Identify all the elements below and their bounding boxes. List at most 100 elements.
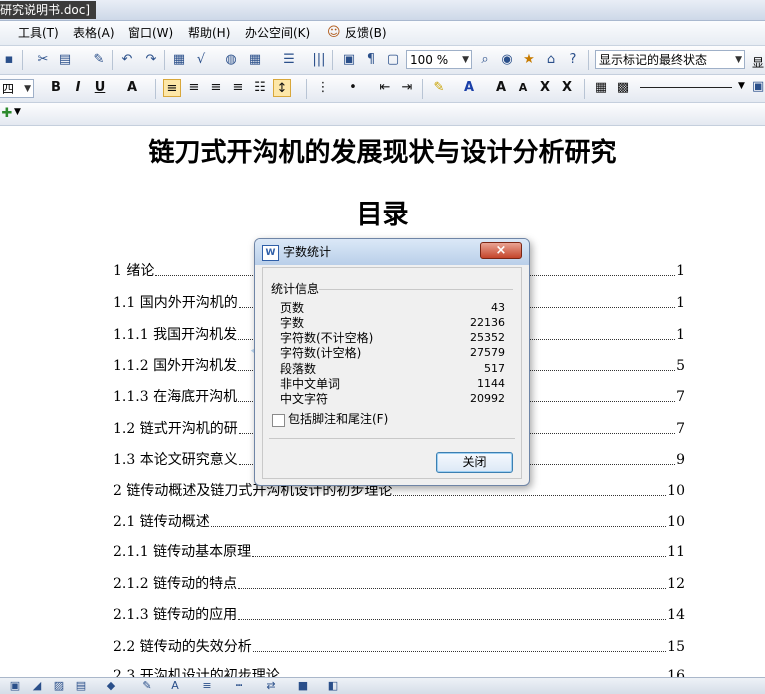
numbering-button[interactable]: ⋮	[314, 79, 332, 97]
toc-entry[interactable]: 2.1.2 链传动的特点 12	[113, 573, 685, 595]
format-painter-icon[interactable]: ✎	[90, 51, 108, 69]
textbox-icon[interactable]: ▤	[74, 679, 88, 693]
3d-icon[interactable]: ◧	[326, 679, 340, 693]
toc-entry[interactable]: 2.1.3 链传动的应用 14	[113, 604, 685, 626]
toc-entry-text: 1.1.2 国外开沟机发	[113, 358, 238, 374]
stat-value-words: 22136	[470, 316, 505, 329]
shirt-icon[interactable]: ⌂	[542, 51, 560, 69]
distribute-button[interactable]: ☷	[251, 79, 269, 97]
toc-entry-text: 1.3 本论文研究意义	[113, 452, 238, 468]
help-icon[interactable]: ?	[564, 51, 582, 69]
bold-button[interactable]: B	[47, 79, 65, 97]
table-props-button[interactable]: ▦	[592, 79, 610, 97]
border-line-style[interactable]	[640, 87, 732, 88]
cut-icon[interactable]: ✂	[34, 51, 52, 69]
zoom-value: 100 %	[410, 53, 449, 67]
print-preview-icon[interactable]: ▣	[340, 51, 358, 69]
menu-tools[interactable]: 工具(T)	[18, 25, 59, 41]
window-titlebar: 研究说明书.doc]	[0, 0, 765, 21]
underline-button[interactable]: U	[91, 79, 109, 97]
undo-icon[interactable]: ↶	[118, 51, 136, 69]
insert-table-icon[interactable]: ▦	[170, 51, 188, 69]
shapes-icon[interactable]: ◢	[30, 679, 44, 693]
line-style-icon[interactable]: ≡	[200, 679, 214, 693]
toc-entry-page: 14	[667, 607, 685, 623]
fill-color-icon[interactable]: ◆	[104, 679, 118, 693]
toc-entry-page: 1	[676, 327, 685, 343]
toc-entry-text: 2.2 链传动的失效分析	[113, 639, 252, 655]
document-map-icon[interactable]: ▢	[384, 51, 402, 69]
bullets-button[interactable]: •	[344, 79, 362, 97]
font-size-combo[interactable]: 四 ▼	[0, 79, 34, 98]
menu-table[interactable]: 表格(A)	[73, 25, 115, 41]
toc-entry[interactable]: 2.1 链传动概述 10	[113, 511, 685, 533]
chevron-down-icon[interactable]: ▼	[738, 81, 745, 91]
arrow-style-icon[interactable]: ⇄	[264, 679, 278, 693]
highlight-button[interactable]: ✎	[430, 79, 448, 97]
columns-icon[interactable]: ☰	[280, 51, 298, 69]
shadow-icon[interactable]: ■	[296, 679, 310, 693]
picture-icon[interactable]: ▨	[52, 679, 66, 693]
find-icon[interactable]: ⌕	[476, 51, 494, 69]
menu-window[interactable]: 窗口(W)	[128, 25, 173, 41]
toc-entry-page: 15	[667, 639, 685, 655]
borders-button[interactable]: ▩	[614, 79, 632, 97]
toc-entry-page: 7	[676, 389, 685, 405]
save-icon[interactable]: ▪	[0, 51, 18, 69]
group-divider	[319, 289, 513, 290]
increase-indent-button[interactable]: ⇥	[398, 79, 416, 97]
close-button[interactable]: 关闭	[436, 452, 513, 473]
shrink-font-button[interactable]: A	[514, 79, 532, 97]
italic-button[interactable]: I	[69, 79, 87, 97]
font-color-button[interactable]: A	[460, 79, 478, 97]
grow-font-button[interactable]: A	[492, 79, 510, 97]
dash-style-icon[interactable]: ┅	[232, 679, 246, 693]
star-icon[interactable]: ★	[520, 51, 538, 69]
char-border-button[interactable]: A	[123, 79, 141, 97]
decrease-indent-button[interactable]: ⇤	[376, 79, 394, 97]
align-center-button[interactable]: ≡	[185, 79, 203, 97]
globe-icon[interactable]: ◍	[222, 51, 240, 69]
close-icon[interactable]: ×	[480, 242, 522, 259]
chevron-down-icon[interactable]: ▼	[14, 107, 21, 117]
line-spacing-button[interactable]: ↕	[273, 79, 291, 97]
superscript-button[interactable]: X	[536, 79, 554, 97]
include-footnotes-checkbox[interactable]	[272, 414, 285, 427]
menu-help[interactable]: 帮助(H)	[188, 25, 230, 41]
align-left-button[interactable]: ≡	[163, 79, 181, 97]
toc-entry-text: 1.1 国内外开沟机的	[113, 295, 238, 311]
line-color-icon[interactable]: ✎	[140, 679, 154, 693]
table-icon[interactable]: ▦	[246, 51, 264, 69]
formula-icon[interactable]: √	[192, 51, 210, 69]
menu-feedback[interactable]: 反馈(B)	[345, 25, 387, 41]
markup-state-combo[interactable]: 显示标记的最终状态 ▼	[595, 50, 745, 69]
draw-table-icon[interactable]: ▣	[752, 79, 764, 94]
font-color-icon[interactable]: A	[168, 679, 182, 693]
paste-icon[interactable]: ▤	[56, 51, 74, 69]
toc-entry[interactable]: 2.1.1 链传动基本原理 11	[113, 541, 685, 563]
dialog-titlebar[interactable]: W 字数统计 ×	[255, 239, 529, 265]
toolbar-separator	[332, 50, 333, 70]
paragraph-mark-icon[interactable]: ¶	[362, 51, 380, 69]
zoom-combo[interactable]: 100 % ▼	[406, 50, 472, 69]
toc-leader	[210, 511, 667, 527]
draw-icon[interactable]: ▣	[8, 679, 22, 693]
toc-entry-page: 5	[676, 358, 685, 374]
show-menu-label[interactable]: 显	[752, 54, 764, 71]
align-right-button[interactable]: ≡	[207, 79, 225, 97]
toc-entry-text: 2.1 链传动概述	[113, 514, 210, 530]
subscript-button[interactable]: X	[558, 79, 576, 97]
toc-entry-text: 1 绪论	[113, 263, 155, 279]
toc-entry[interactable]: 2.2 链传动的失效分析 15	[113, 636, 685, 658]
chart-icon[interactable]: |||	[310, 51, 328, 69]
stats-group-label: 统计信息	[271, 282, 320, 296]
justify-button[interactable]: ≡	[229, 79, 247, 97]
redo-icon[interactable]: ↷	[142, 51, 160, 69]
toc-entry-page: 11	[667, 544, 685, 560]
include-footnotes-label[interactable]: 包括脚注和尾注(F)	[288, 412, 388, 426]
menu-office-space[interactable]: 办公空间(K)	[245, 25, 310, 41]
stat-value-chinese-chars: 20992	[470, 392, 505, 405]
toc-entry-text: 1.1.1 我国开沟机发	[113, 327, 238, 343]
wps-icon[interactable]: ◉	[498, 51, 516, 69]
toc-entry[interactable]: 2.3 开沟机设计的初步理论 16	[113, 665, 685, 677]
